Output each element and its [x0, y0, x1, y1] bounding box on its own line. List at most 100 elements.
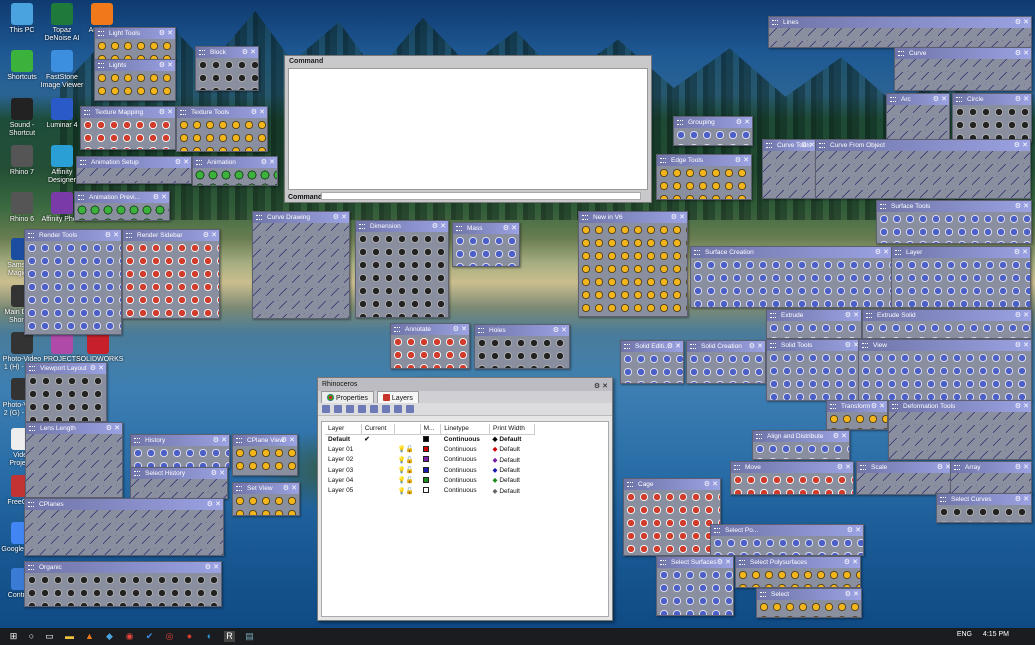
desktop-icon[interactable]: FastStone Image Viewer — [40, 50, 84, 90]
desktop-icon[interactable]: This PC — [0, 3, 44, 35]
toolbar[interactable]: Circle ⚙ ✕ — [952, 93, 1032, 143]
toolbar-title-bar[interactable]: Curve Tools ⚙ ✕ — [763, 140, 817, 151]
toolbar[interactable]: View ⚙ ✕ — [858, 339, 1032, 401]
gear-icon[interactable]: ⚙ — [453, 324, 459, 335]
gear-icon[interactable]: ⚙ — [251, 107, 257, 118]
layer-linetype[interactable]: Continuous — [441, 475, 490, 485]
grip-icon[interactable] — [766, 143, 772, 148]
toolbar-buttons[interactable] — [75, 203, 169, 220]
notepad-icon[interactable]: ▤ — [244, 631, 255, 642]
gear-icon[interactable]: ⚙ — [207, 499, 213, 510]
gear-icon[interactable]: ⚙ — [844, 557, 850, 568]
grip-icon[interactable] — [98, 31, 104, 36]
desktop-icon[interactable]: Rhino 7 — [0, 145, 44, 177]
toolbar[interactable]: Solid Editi... ⚙ ✕ — [620, 340, 684, 384]
toolbar-title-bar[interactable]: Solid Tools ⚙ ✕ — [767, 340, 861, 351]
toolbar-buttons[interactable] — [757, 600, 861, 617]
vlc-icon[interactable]: ▲ — [84, 631, 95, 642]
toolbar-title-bar[interactable]: Organic ⚙ ✕ — [25, 562, 221, 573]
gear-icon[interactable]: ⚙ — [283, 483, 289, 494]
gear-icon[interactable]: ⚙ — [845, 589, 851, 600]
tab-properties[interactable]: Properties — [321, 391, 374, 403]
layer-linetype[interactable]: Continuous — [441, 434, 490, 444]
edge-icon[interactable]: ◐ — [204, 631, 215, 642]
toolbar[interactable]: Array ⚙ ✕ — [950, 461, 1032, 495]
grip-icon[interactable] — [196, 160, 202, 165]
gear-icon[interactable]: ⚙ — [281, 435, 287, 446]
desktop-icon[interactable]: Topaz DeNoise AI — [40, 3, 84, 43]
delete-layer-icon[interactable] — [346, 405, 354, 413]
gear-icon[interactable]: ⚙ — [937, 462, 943, 473]
grip-icon[interactable] — [84, 110, 90, 115]
grip-icon[interactable] — [770, 313, 776, 318]
grip-icon[interactable] — [830, 404, 836, 409]
close-icon[interactable]: ✕ — [679, 212, 685, 223]
close-icon[interactable]: ✕ — [1022, 247, 1028, 258]
grip-icon[interactable] — [134, 471, 140, 476]
layer-state[interactable]: 💡🔓 — [394, 444, 420, 454]
gear-icon[interactable]: ⚙ — [1014, 140, 1020, 151]
toolbar[interactable]: Transform ⚙ ✕ — [826, 400, 888, 430]
toolbar[interactable]: History ⚙ ✕ — [130, 434, 230, 468]
toolbar-buttons[interactable] — [95, 71, 175, 100]
grip-icon[interactable] — [28, 502, 34, 507]
toolbar[interactable]: Solid Tools ⚙ ✕ — [766, 339, 862, 401]
layer-print-width[interactable]: ◆ Default — [490, 475, 535, 485]
toolbar-title-bar[interactable]: Lights ⚙ ✕ — [95, 60, 175, 71]
check-icon[interactable]: ✔ — [144, 631, 155, 642]
close-icon[interactable]: ✕ — [852, 557, 858, 568]
toolbar-title-bar[interactable]: Align and Distribute ⚙ ✕ — [753, 431, 849, 442]
desktop-icon[interactable]: Luminar 4 — [40, 98, 84, 130]
layer-state[interactable]: 💡🔓 — [394, 485, 420, 495]
grip-icon[interactable] — [862, 343, 868, 348]
grip-icon[interactable] — [677, 120, 683, 125]
gear-icon[interactable]: ⚙ — [105, 230, 111, 241]
toolbar-buttons[interactable] — [951, 473, 1031, 494]
layer-current[interactable] — [361, 465, 394, 475]
toolbar[interactable]: Select Curves ⚙ ✕ — [936, 493, 1032, 523]
close-icon[interactable]: ✕ — [219, 468, 225, 479]
layer-material[interactable] — [420, 465, 441, 475]
close-icon[interactable]: ✕ — [879, 401, 885, 412]
gear-icon[interactable]: ⚙ — [847, 525, 853, 536]
grip-icon[interactable] — [880, 204, 886, 209]
layer-material[interactable] — [420, 444, 441, 454]
close-icon[interactable]: ✕ — [291, 483, 297, 494]
toolbar-title-bar[interactable]: Select Po... ⚙ ✕ — [711, 525, 863, 536]
toolbar-buttons[interactable] — [253, 223, 349, 318]
toolbar[interactable]: Lights ⚙ ✕ — [94, 59, 176, 101]
gear-icon[interactable]: ⚙ — [801, 140, 807, 151]
filter-icon[interactable] — [382, 405, 390, 413]
toolbar-buttons[interactable] — [193, 168, 277, 185]
gear-icon[interactable]: ⚙ — [735, 155, 741, 166]
gear-icon[interactable]: ⚙ — [211, 468, 217, 479]
search-icon[interactable]: ○ — [26, 631, 37, 642]
toolbar-buttons[interactable] — [233, 446, 297, 475]
toolbar-title-bar[interactable]: Circle ⚙ ✕ — [953, 94, 1031, 105]
toolbar-title-bar[interactable]: Light Tools ⚙ ✕ — [95, 28, 175, 39]
toolbar-title-bar[interactable]: Layer ⚙ ✕ — [892, 247, 1030, 258]
tools-icon[interactable] — [394, 405, 402, 413]
help-icon[interactable] — [406, 405, 414, 413]
close-icon[interactable]: ✕ — [98, 363, 104, 374]
table-row[interactable]: Layer 02 💡🔓 Continuous ◆ Default — [325, 455, 535, 465]
layer-color-swatch[interactable] — [423, 435, 430, 442]
toolbar-title-bar[interactable]: Solid Editi... ⚙ ✕ — [621, 341, 683, 352]
toolbar-buttons[interactable] — [453, 234, 519, 266]
lock-icon[interactable]: 🔓 — [406, 488, 414, 495]
grip-icon[interactable] — [734, 465, 740, 470]
gear-icon[interactable]: ⚙ — [1015, 94, 1021, 105]
desktop-icon[interactable]: Shortcuts — [0, 50, 44, 82]
grip-icon[interactable] — [78, 195, 84, 200]
toolbar-buttons[interactable] — [196, 58, 258, 90]
lock-icon[interactable]: 🔓 — [406, 477, 414, 484]
toolbar-buttons[interactable] — [889, 412, 1031, 459]
toolbar-buttons[interactable] — [621, 352, 683, 383]
rhinoceros-panel[interactable]: Rhinoceros ⚙ ✕ Properties Layers Layer Cu… — [317, 377, 613, 621]
toolbar[interactable]: Animation Setup ⚙ ✕ — [76, 156, 192, 184]
toolbar-buttons[interactable] — [892, 258, 1030, 307]
gear-icon[interactable]: ⚙ — [205, 562, 211, 573]
toolbar[interactable]: Set View ⚙ ✕ — [232, 482, 300, 516]
toolbar-buttons[interactable] — [26, 434, 122, 497]
gear-icon[interactable]: ⚙ — [553, 325, 559, 336]
